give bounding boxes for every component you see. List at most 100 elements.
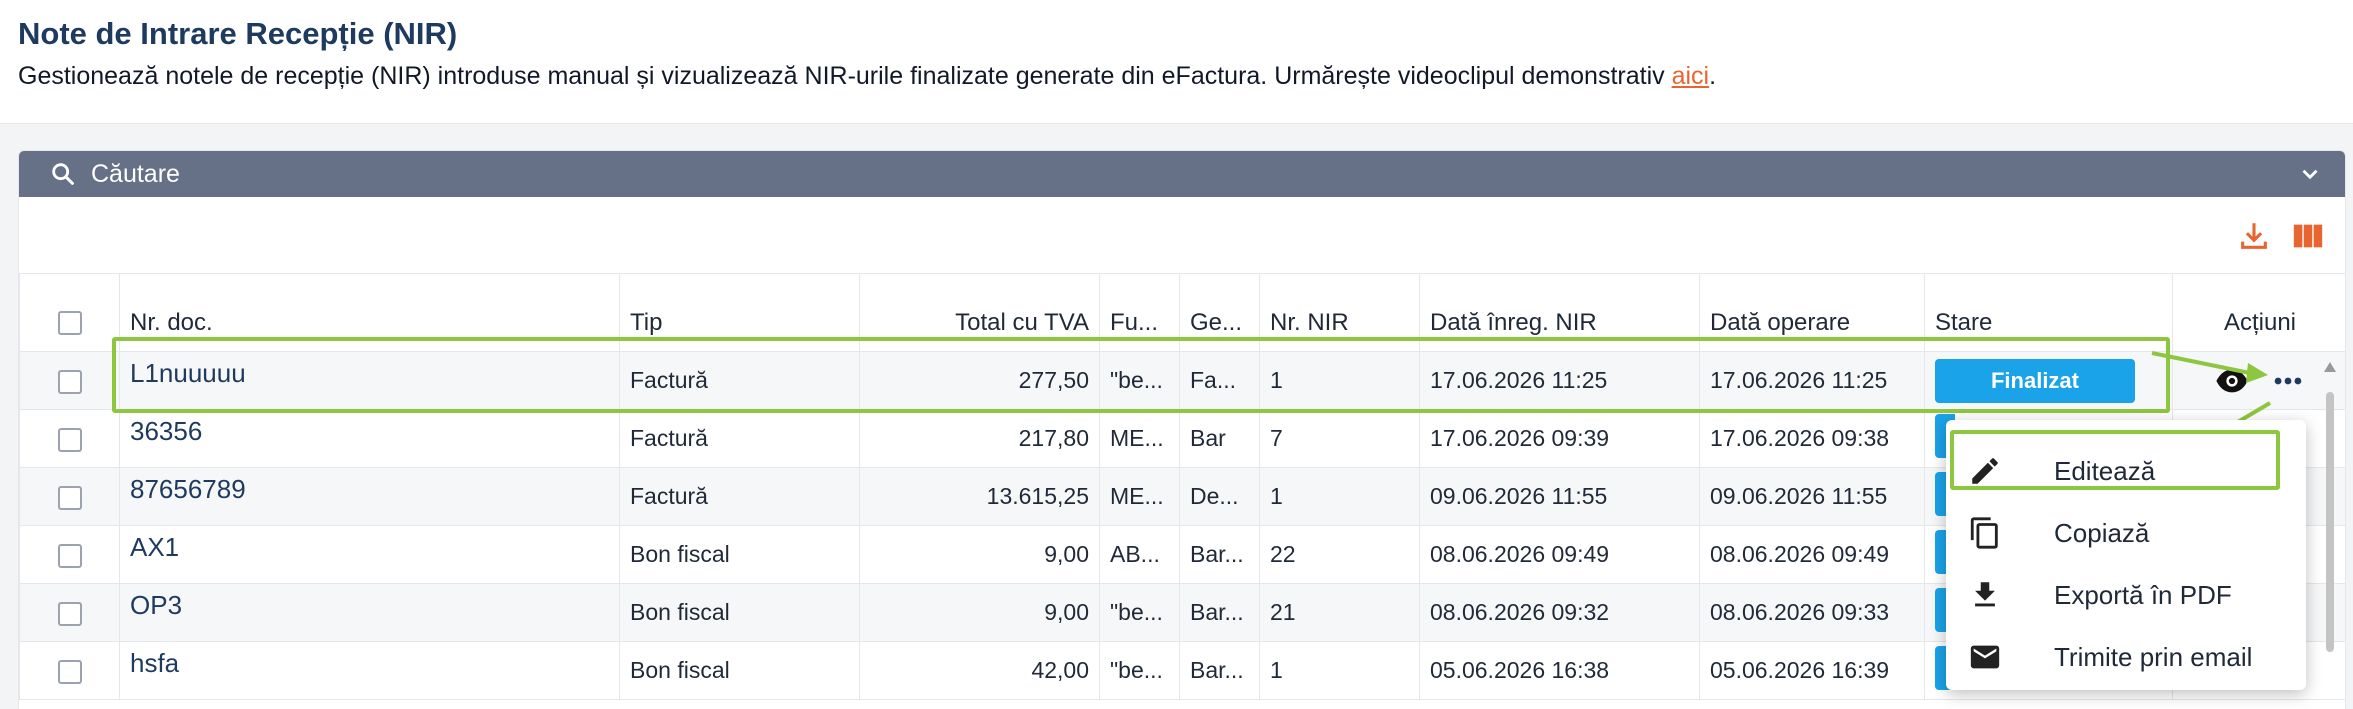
col-header-nr-doc[interactable]: Nr. doc. (119, 273, 620, 352)
chevron-down-icon[interactable] (2297, 161, 2323, 187)
cell-data-inreg: 09.06.2026 11:55 (1419, 467, 1700, 526)
page-title: Note de Intrare Recepție (NIR) (18, 16, 458, 51)
col-header-gestiune[interactable]: Ge... (1179, 273, 1260, 352)
cell-stare: Finalizat (1924, 351, 2173, 410)
cell-nr-doc[interactable]: OP3 (119, 583, 620, 642)
col-header-tip[interactable]: Tip (619, 273, 860, 352)
cell-data-inreg: 17.06.2026 09:39 (1419, 409, 1700, 468)
menu-item-label: Trimite prin email (2054, 641, 2253, 672)
col-header-total[interactable]: Total cu TVA (859, 273, 1100, 352)
cell-data-operare: 09.06.2026 11:55 (1699, 467, 1925, 526)
row-select-cell[interactable] (19, 641, 120, 700)
cell-nr-doc[interactable]: AX1 (119, 525, 620, 584)
cell-nr-doc[interactable]: hsfa (119, 641, 620, 700)
menu-item-copy[interactable]: Copiază (1946, 502, 2306, 564)
cell-total: 9,00 (859, 583, 1100, 642)
cell-data-inreg: 17.06.2026 11:25 (1419, 351, 1700, 410)
table-header-row: Nr. doc. Tip Total cu TVA Fu... Ge... Nr… (19, 273, 2345, 352)
envelope-icon (1970, 645, 2000, 669)
row-actions-menu: Editează Copiază Exportă în PDF Trimite … (1946, 420, 2306, 690)
menu-item-label: Copiază (2054, 517, 2150, 548)
cell-data-operare: 17.06.2026 09:38 (1699, 409, 1925, 468)
row-select-cell[interactable] (19, 525, 120, 584)
cell-data-operare: 05.06.2026 16:39 (1699, 641, 1925, 700)
cell-total: 42,00 (859, 641, 1100, 700)
row-select-cell[interactable] (19, 409, 120, 468)
cell-nr-nir: 1 (1259, 641, 1420, 700)
cell-furnizor: "be... (1099, 641, 1180, 700)
description-text: Gestionează notele de recepție (NIR) int… (18, 62, 1672, 90)
cell-furnizor: ME... (1099, 409, 1180, 468)
row-checkbox[interactable] (57, 485, 82, 510)
cell-nr-nir: 22 (1259, 525, 1420, 584)
cell-total: 277,50 (859, 351, 1100, 410)
page-header: Note de Intrare Recepție (NIR) Gestionea… (0, 0, 2353, 124)
row-checkbox[interactable] (57, 601, 82, 626)
cell-gestiune: Bar (1179, 409, 1260, 468)
cell-furnizor: ME... (1099, 467, 1180, 526)
cell-tip: Factură (619, 467, 860, 526)
cell-tip: Bon fiscal (619, 641, 860, 700)
cell-data-operare: 17.06.2026 11:25 (1699, 351, 1925, 410)
columns-icon[interactable] (2291, 219, 2325, 253)
cell-tip: Bon fiscal (619, 583, 860, 642)
row-select-cell[interactable] (19, 351, 120, 410)
col-header-furnizor[interactable]: Fu... (1099, 273, 1180, 352)
row-select-cell[interactable] (19, 467, 120, 526)
scrollbar[interactable] (2320, 352, 2340, 652)
cell-data-inreg: 08.06.2026 09:49 (1419, 525, 1700, 584)
col-header-data-operare[interactable]: Dată operare (1699, 273, 1925, 352)
cell-total: 9,00 (859, 525, 1100, 584)
cell-nr-nir: 7 (1259, 409, 1420, 468)
cell-tip: Bon fiscal (619, 525, 860, 584)
col-header-data-inreg[interactable]: Dată înreg. NIR (1419, 273, 1700, 352)
cell-gestiune: De... (1179, 467, 1260, 526)
demo-video-link[interactable]: aici (1672, 62, 1710, 90)
menu-item-send-email[interactable]: Trimite prin email (1946, 626, 2306, 688)
cell-gestiune: Bar... (1179, 583, 1260, 642)
cell-nr-doc[interactable]: 36356 (119, 409, 620, 468)
col-header-stare[interactable]: Stare (1924, 273, 2173, 352)
status-badge[interactable]: Finalizat (1935, 358, 2135, 403)
table-row[interactable]: L1nuuuuu Factură 277,50 "be... Fa... 1 1… (19, 351, 2345, 410)
menu-item-edit[interactable]: Editează (1946, 440, 2306, 502)
menu-item-export-pdf[interactable]: Exportă în PDF (1946, 564, 2306, 626)
menu-item-label: Editează (2054, 455, 2156, 486)
cell-nr-doc[interactable]: L1nuuuuu (119, 351, 620, 410)
cell-data-inreg: 08.06.2026 09:32 (1419, 583, 1700, 642)
cell-total: 217,80 (859, 409, 1100, 468)
cell-data-operare: 08.06.2026 09:33 (1699, 583, 1925, 642)
row-checkbox[interactable] (57, 427, 82, 452)
page-description: Gestionează notele de recepție (NIR) int… (18, 62, 1716, 91)
col-header-actiuni: Acțiuni (2172, 273, 2345, 352)
col-header-nr-nir[interactable]: Nr. NIR (1259, 273, 1420, 352)
cell-furnizor: "be... (1099, 583, 1180, 642)
cell-tip: Factură (619, 351, 860, 410)
cell-furnizor: "be... (1099, 351, 1180, 410)
cell-data-operare: 08.06.2026 09:49 (1699, 525, 1925, 584)
search-icon (52, 163, 74, 185)
cell-nr-nir: 1 (1259, 351, 1420, 410)
select-all-checkbox[interactable] (57, 311, 82, 336)
row-checkbox[interactable] (57, 543, 82, 568)
cell-nr-doc[interactable]: 87656789 (119, 467, 620, 526)
copy-icon (1970, 517, 1998, 549)
cell-gestiune: Fa... (1179, 351, 1260, 410)
cell-gestiune: Bar... (1179, 525, 1260, 584)
cell-tip: Factură (619, 409, 860, 468)
row-select-cell[interactable] (19, 583, 120, 642)
cell-furnizor: AB... (1099, 525, 1180, 584)
row-checkbox[interactable] (57, 369, 82, 394)
cell-nr-nir: 1 (1259, 467, 1420, 526)
search-label: Căutare (91, 159, 180, 188)
select-all-cell[interactable] (19, 273, 120, 352)
download-icon[interactable] (2237, 219, 2271, 253)
menu-item-label: Exportă în PDF (2054, 579, 2232, 610)
download-icon (1975, 582, 1995, 607)
cell-data-inreg: 05.06.2026 16:38 (1419, 641, 1700, 700)
search-bar[interactable]: Căutare (19, 151, 2345, 197)
cell-total: 13.615,25 (859, 467, 1100, 526)
row-checkbox[interactable] (57, 659, 82, 684)
pencil-icon (1972, 458, 1998, 484)
cell-gestiune: Bar... (1179, 641, 1260, 700)
